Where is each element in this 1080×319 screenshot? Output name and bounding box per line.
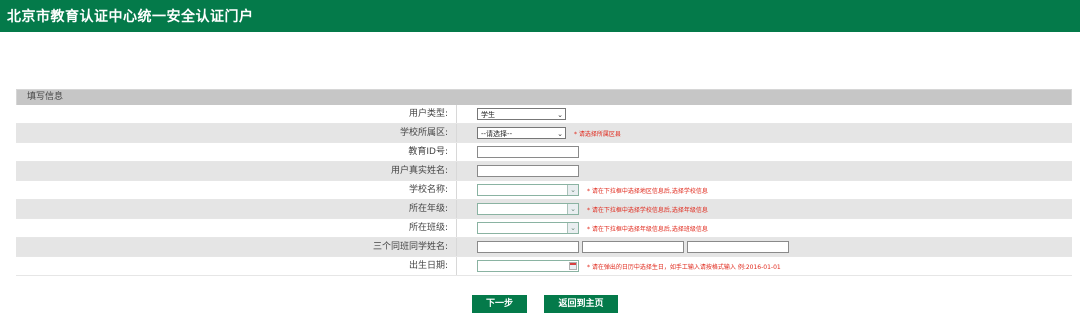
row-grade: 所在年级: ⌄ * 请在下拉框中选择学校信息后,选择年级信息: [16, 200, 1072, 219]
grade-hint: * 请在下拉框中选择学校信息后,选择年级信息: [587, 206, 708, 214]
page-title: 北京市教育认证中心统一安全认证门户: [7, 9, 254, 25]
section-title: 填写信息: [16, 89, 1072, 105]
edu-id-input[interactable]: [477, 146, 579, 158]
birthday-label: 出生日期:: [16, 257, 457, 275]
real-name-input[interactable]: [477, 165, 579, 177]
calendar-icon[interactable]: [569, 262, 577, 270]
real-name-label: 用户真实姓名:: [16, 162, 457, 180]
action-buttons: 下一步 返回到主页: [0, 295, 1080, 313]
row-edu-id: 教育ID号:: [16, 143, 1072, 162]
classmate-1-input[interactable]: [477, 241, 579, 253]
school-hint: * 请在下拉框中选择地区信息后,选择学校信息: [587, 187, 708, 195]
user-type-value: 学生: [481, 111, 495, 119]
school-combobox[interactable]: ⌄: [477, 184, 579, 196]
next-button[interactable]: 下一步: [472, 295, 527, 313]
district-hint: * 请选择所属区县: [574, 130, 621, 138]
class-combobox[interactable]: ⌄: [477, 222, 579, 234]
district-label: 学校所属区:: [16, 124, 457, 142]
chevron-down-icon[interactable]: ⌄: [567, 204, 578, 214]
classmate-3-input[interactable]: [687, 241, 789, 253]
user-type-select[interactable]: 学生 ⌄: [477, 108, 566, 120]
edu-id-label: 教育ID号:: [16, 143, 457, 161]
chevron-down-icon: ⌄: [557, 111, 563, 119]
class-label: 所在班级:: [16, 219, 457, 237]
school-label: 学校名称:: [16, 181, 457, 199]
row-classmates: 三个同班同学姓名:: [16, 238, 1072, 257]
grade-label: 所在年级:: [16, 200, 457, 218]
chevron-down-icon[interactable]: ⌄: [567, 185, 578, 195]
row-district: 学校所属区: --请选择-- ⌄ * 请选择所属区县: [16, 124, 1072, 143]
district-select[interactable]: --请选择-- ⌄: [477, 127, 566, 139]
class-hint: * 请在下拉框中选择年级信息后,选择班级信息: [587, 225, 708, 233]
district-value: --请选择--: [481, 130, 513, 138]
row-class: 所在班级: ⌄ * 请在下拉框中选择年级信息后,选择班级信息: [16, 219, 1072, 238]
grade-combobox[interactable]: ⌄: [477, 203, 579, 215]
classmate-2-input[interactable]: [582, 241, 684, 253]
row-real-name: 用户真实姓名:: [16, 162, 1072, 181]
birthday-hint: * 请在弹出的日历中选择生日，如手工输入请按格式输入 例:2016-01-01: [587, 263, 781, 271]
row-user-type: 用户类型: 学生 ⌄: [16, 105, 1072, 124]
app-header: 北京市教育认证中心统一安全认证门户: [0, 0, 1080, 32]
chevron-down-icon[interactable]: ⌄: [567, 223, 578, 233]
row-school: 学校名称: ⌄ * 请在下拉框中选择地区信息后,选择学校信息: [16, 181, 1072, 200]
registration-form: 填写信息 用户类型: 学生 ⌄ 学校所属区: --请选择-- ⌄ * 请选择所属…: [16, 89, 1072, 276]
row-birthday: 出生日期: * 请在弹出的日历中选择生日，如手工输入请按格式输入 例:2016-…: [16, 257, 1072, 276]
birthday-input[interactable]: [477, 260, 579, 272]
home-button[interactable]: 返回到主页: [544, 295, 618, 313]
user-type-label: 用户类型:: [16, 105, 457, 123]
chevron-down-icon: ⌄: [557, 130, 563, 138]
classmates-label: 三个同班同学姓名:: [16, 238, 457, 256]
